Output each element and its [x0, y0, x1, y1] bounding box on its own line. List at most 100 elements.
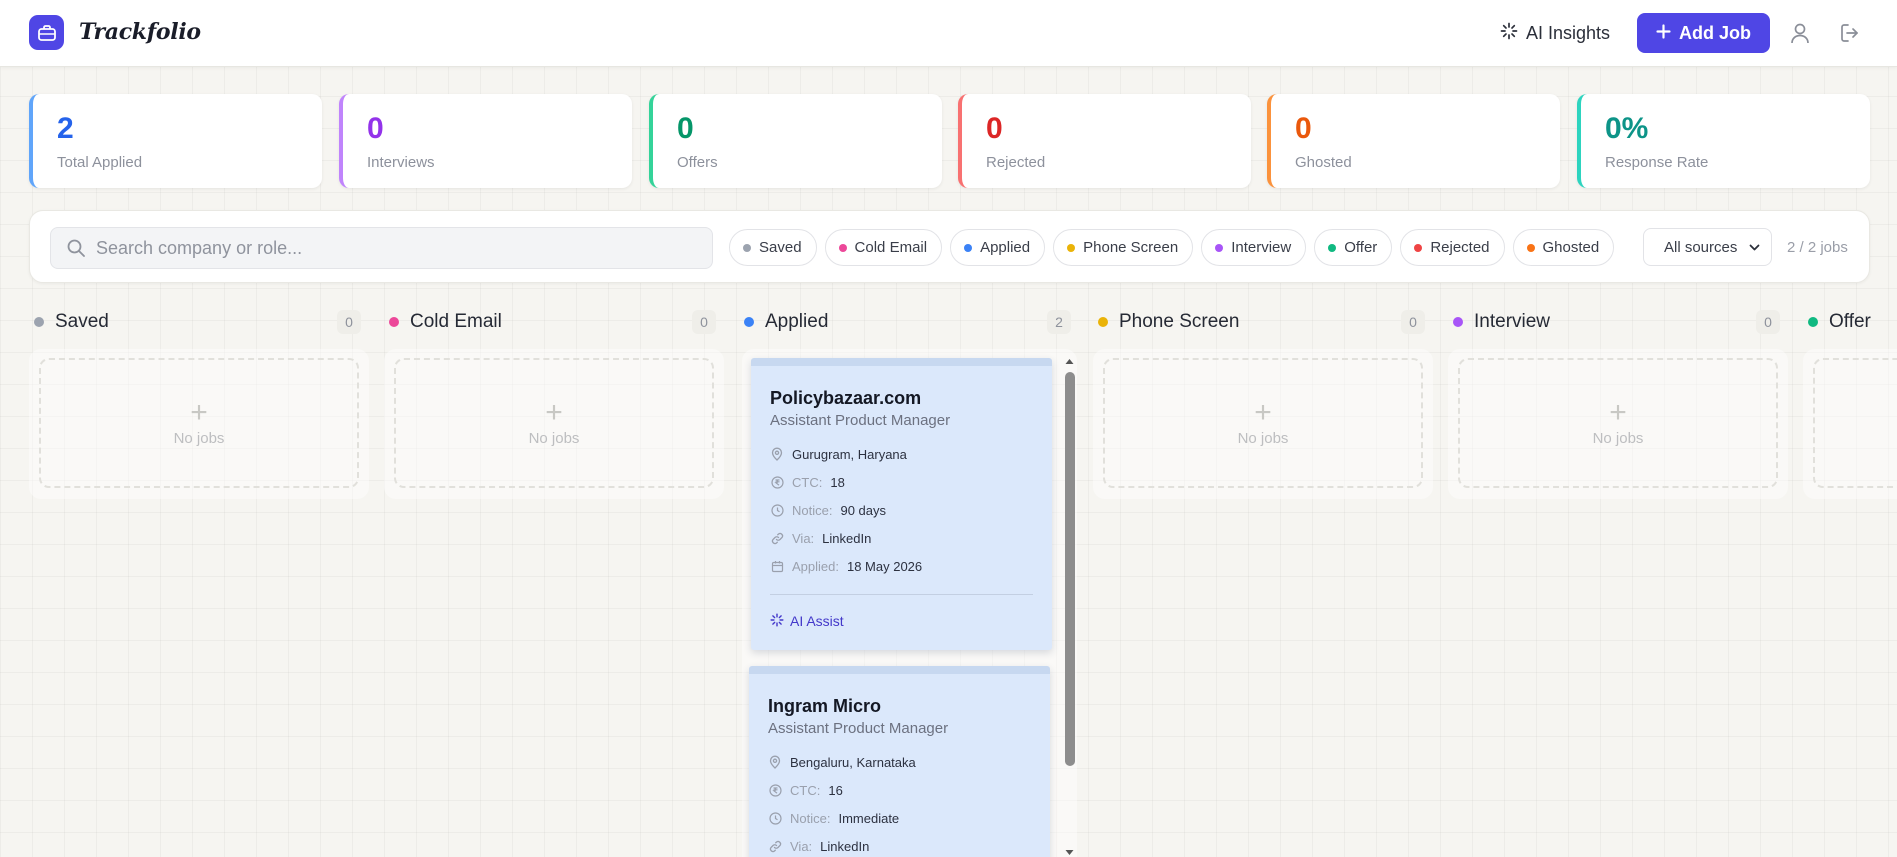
card-ctc: 18	[830, 474, 845, 490]
sparkle-loader-icon	[1500, 22, 1518, 45]
card-notice-row: Notice: Immediate	[768, 808, 899, 828]
card-applied-date: 18 May 2026	[846, 558, 923, 574]
job-card-policybazaar[interactable]: Policybazaar.com Assistant Product Manag…	[751, 358, 1052, 650]
source-select[interactable]: All sources	[1643, 228, 1772, 266]
card-applied-label: Applied:	[792, 558, 839, 574]
column-offer	[1803, 349, 1897, 499]
search-input[interactable]	[96, 228, 696, 268]
chip-label: Cold Email	[854, 239, 928, 256]
filter-chip-interview[interactable]: Interview	[1201, 229, 1307, 266]
filter-bar: Saved Cold Email Applied Phone Screen In…	[29, 210, 1870, 283]
filter-chip-saved[interactable]: Saved	[729, 229, 817, 266]
no-jobs-text: No jobs	[173, 429, 225, 447]
column-phone-screen: + No jobs	[1093, 349, 1433, 499]
card-via-label: Via:	[790, 838, 813, 854]
column-count: 0	[1401, 310, 1425, 334]
logout-icon[interactable]	[1837, 20, 1863, 46]
empty-drop-zone[interactable]: + No jobs	[394, 358, 714, 488]
card-company: Ingram Micro	[768, 696, 882, 716]
no-jobs-text: No jobs	[1592, 429, 1644, 447]
chip-label: Interview	[1231, 239, 1292, 256]
column-header-phone-screen: Phone Screen	[1098, 310, 1239, 334]
column-title: Cold Email	[410, 311, 502, 332]
stat-ghosted: 0 Ghosted	[1267, 94, 1560, 188]
column-title: Applied	[765, 311, 829, 332]
card-via-label: Via:	[792, 530, 815, 546]
empty-drop-zone[interactable]	[1813, 358, 1897, 488]
chip-label: Phone Screen	[1083, 239, 1179, 256]
map-pin-icon	[768, 755, 782, 769]
card-notice-label: Notice:	[792, 502, 833, 518]
column-saved: + No jobs	[29, 349, 369, 499]
stat-total-applied: 2 Total Applied	[29, 94, 322, 188]
ai-assist-button[interactable]: AI Assist	[770, 611, 844, 631]
stat-interviews: 0 Interviews	[339, 94, 632, 188]
empty-drop-zone[interactable]: + No jobs	[1103, 358, 1423, 488]
job-card-ingram-micro[interactable]: Ingram Micro Assistant Product Manager B…	[749, 666, 1050, 857]
stat-offers: 0 Offers	[649, 94, 942, 188]
card-via-row: Via: LinkedIn	[770, 528, 871, 548]
top-header: Trackfolio AI Insights Add Job	[0, 0, 1897, 67]
link-icon	[770, 532, 784, 545]
status-dot	[34, 317, 44, 327]
ai-insights-label: AI Insights	[1526, 22, 1611, 43]
status-dot	[389, 317, 399, 327]
card-role: Assistant Product Manager	[770, 412, 951, 429]
status-dot	[1328, 243, 1337, 252]
card-via: LinkedIn	[822, 530, 872, 546]
status-dot	[1098, 317, 1108, 327]
plus-icon: +	[1609, 395, 1627, 429]
chip-label: Saved	[759, 239, 802, 256]
chip-label: Applied	[980, 239, 1031, 256]
filter-chip-applied[interactable]: Applied	[950, 229, 1046, 266]
card-location: Gurugram, Haryana	[792, 446, 907, 462]
status-dot	[838, 243, 847, 252]
status-dot	[1453, 317, 1463, 327]
filter-chip-phone-screen[interactable]: Phone Screen	[1053, 229, 1194, 266]
status-dot	[744, 317, 754, 327]
card-divider	[770, 594, 1033, 595]
filter-chip-rejected[interactable]: Rejected	[1400, 229, 1505, 266]
column-cold-email: + No jobs	[384, 349, 724, 499]
link-icon	[768, 840, 782, 853]
status-dot	[964, 243, 973, 252]
stat-label: Ghosted	[1295, 154, 1352, 171]
stat-label: Total Applied	[57, 154, 143, 171]
column-header-interview: Interview	[1453, 310, 1550, 334]
filter-chip-offer[interactable]: Offer	[1314, 229, 1393, 266]
card-ctc-label: CTC:	[790, 782, 821, 798]
filter-chip-cold-email[interactable]: Cold Email	[824, 229, 943, 266]
add-job-button[interactable]: Add Job	[1637, 13, 1770, 53]
chevron-down-icon	[1748, 241, 1761, 258]
status-dot	[1215, 243, 1224, 252]
column-applied: Policybazaar.com Assistant Product Manag…	[742, 349, 1077, 857]
chip-label: Offer	[1344, 239, 1378, 256]
stat-value: 0%	[1605, 112, 1649, 145]
empty-drop-zone[interactable]: + No jobs	[1458, 358, 1778, 488]
column-count: 2	[1047, 310, 1071, 334]
status-dot	[1414, 243, 1423, 252]
no-jobs-text: No jobs	[1237, 429, 1289, 447]
ai-insights-button[interactable]: AI Insights	[1500, 20, 1610, 46]
card-location-row: Gurugram, Haryana	[770, 444, 907, 464]
plus-icon	[1656, 23, 1671, 44]
stat-value: 0	[986, 112, 1003, 145]
stat-value: 0	[367, 112, 384, 145]
filter-chip-ghosted[interactable]: Ghosted	[1512, 229, 1615, 266]
stat-rejected: 0 Rejected	[958, 94, 1251, 188]
stat-label: Rejected	[986, 154, 1046, 171]
stat-label: Interviews	[367, 154, 435, 171]
column-title: Offer	[1829, 311, 1871, 332]
calendar-icon	[770, 560, 784, 573]
search-box	[50, 227, 713, 269]
card-ctc-label: CTC:	[792, 474, 823, 490]
plus-icon: +	[1254, 395, 1272, 429]
rupee-icon	[768, 783, 782, 797]
status-dot	[1067, 243, 1076, 252]
status-filter-chips: Saved Cold Email Applied Phone Screen In…	[729, 229, 1615, 266]
scrollbar-thumb[interactable]	[1065, 372, 1075, 766]
job-count: 2 / 2 jobs	[1787, 239, 1848, 256]
user-icon[interactable]	[1787, 20, 1813, 46]
card-company: Policybazaar.com	[770, 388, 922, 408]
empty-drop-zone[interactable]: + No jobs	[39, 358, 359, 488]
